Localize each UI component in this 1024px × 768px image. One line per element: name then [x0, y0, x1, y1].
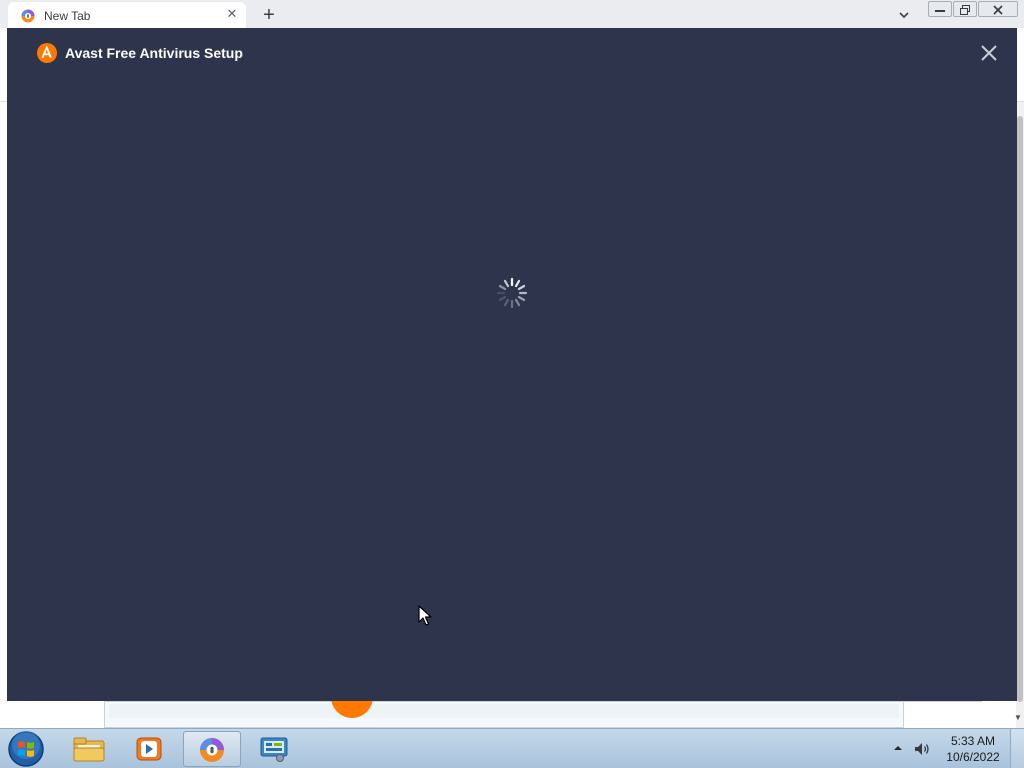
clock-date: 10/6/2022: [946, 750, 1000, 764]
restore-button[interactable]: [953, 1, 977, 17]
taskbar-control-panel-button[interactable]: [245, 731, 303, 767]
avast-logo-icon: [37, 43, 57, 63]
close-icon[interactable]: [979, 43, 999, 63]
page-scrollbar-thumb[interactable]: [1017, 116, 1023, 702]
loading-spinner-icon: [496, 277, 528, 309]
taskbar-explorer-button[interactable]: [60, 731, 118, 767]
windows-taskbar: 5:33 AM 10/6/2022: [0, 728, 1024, 768]
page-content-strip: [104, 692, 904, 728]
browser-favicon-icon: [21, 9, 35, 23]
tab-search-chevron-icon[interactable]: [896, 7, 912, 23]
clock-time: 5:33 AM: [950, 734, 996, 748]
page-content-bar: [109, 704, 899, 718]
taskbar-clock[interactable]: 5:33 AM 10/6/2022: [940, 733, 1006, 765]
browser-tab[interactable]: New Tab ✕: [8, 2, 246, 28]
tab-close-icon[interactable]: ✕: [225, 7, 239, 21]
show-desktop-button[interactable]: [1010, 729, 1024, 768]
control-panel-icon: [260, 737, 288, 762]
avast-setup-dialog: Avast Free Antivirus Setup: [7, 28, 1017, 701]
window-close-button[interactable]: [978, 1, 1018, 17]
mouse-cursor-icon: [418, 605, 432, 626]
start-button-icon[interactable]: [6, 730, 46, 768]
browser-icon: [200, 738, 224, 762]
folder-icon: [73, 737, 105, 762]
volume-icon[interactable]: [913, 740, 931, 758]
taskbar-browser-button[interactable]: [183, 731, 241, 767]
page-scrollbar[interactable]: [1016, 102, 1024, 728]
media-player-icon: [136, 737, 162, 761]
minimize-button[interactable]: [928, 1, 952, 17]
dialog-title: Avast Free Antivirus Setup: [65, 45, 243, 61]
tab-title: New Tab: [44, 9, 91, 23]
scroll-down-arrow-icon[interactable]: ▼: [1012, 713, 1024, 723]
new-tab-button[interactable]: +: [259, 5, 279, 25]
browser-tab-strip: New Tab ✕ +: [0, 0, 1024, 28]
taskbar-media-player-button[interactable]: [120, 731, 178, 767]
show-hidden-icons-icon[interactable]: [892, 742, 904, 754]
